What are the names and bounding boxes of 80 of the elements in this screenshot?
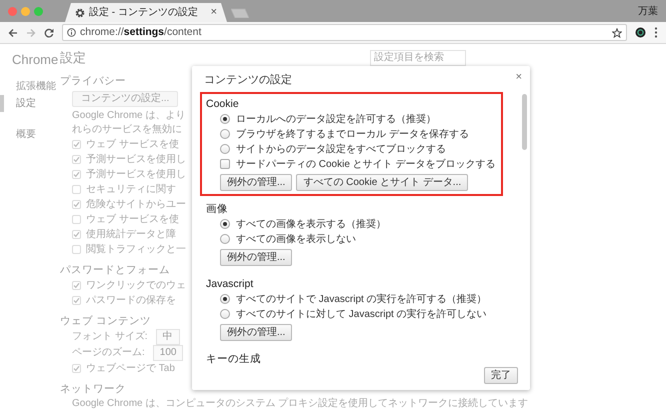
checkbox[interactable]: [72, 184, 81, 194]
checkbox[interactable]: [72, 244, 81, 254]
address-bar[interactable]: chrome://settings/content: [62, 24, 627, 41]
checkbox-label: 閲覧トラフィックと一: [86, 242, 186, 256]
dialog-title: コンテンツの設定: [204, 72, 292, 88]
zoom-window-icon[interactable]: [34, 6, 43, 16]
description-text: れらのサービスを無効に: [71, 122, 182, 136]
url-text: chrome://settings/content: [80, 24, 202, 40]
checkbox[interactable]: [220, 159, 230, 169]
checkbox[interactable]: [72, 200, 81, 208]
option-label: すべてのサイトで Javascript の実行を許可する（推奨）: [236, 292, 487, 306]
browser-tab[interactable]: 設定 - コンテンツの設定 ×: [65, 3, 227, 22]
radio-button[interactable]: [220, 294, 230, 304]
new-tab-icon[interactable]: [231, 8, 249, 18]
checkbox-label: ウェブページで Tab: [86, 362, 175, 376]
option-label: サイトからのデータ設定をすべてブロックする: [236, 142, 446, 156]
option-label: すべてのサイトに対して Javascript の実行を許可しない: [236, 308, 487, 322]
manage-button[interactable]: 例外の管理...: [220, 248, 292, 266]
manage-button[interactable]: 例外の管理...: [220, 324, 292, 340]
profile-name[interactable]: 万葉: [638, 4, 666, 18]
checkbox[interactable]: [72, 280, 81, 290]
back-icon[interactable]: [8, 28, 18, 38]
option-label: すべての画像を表示しない: [236, 232, 356, 246]
group-heading: キーの生成: [206, 352, 262, 366]
radio-button[interactable]: [220, 144, 230, 154]
checkbox-label: 予測サービスを使用し: [86, 152, 186, 166]
menu-icon[interactable]: [654, 27, 658, 38]
checkbox[interactable]: [72, 170, 81, 178]
radio-button[interactable]: [220, 219, 230, 229]
setting-label: ページのズーム:: [72, 346, 145, 360]
sidebar-item[interactable]: 設定: [0, 94, 60, 112]
star-icon[interactable]: [612, 28, 622, 38]
radio-button[interactable]: [220, 129, 230, 139]
close-tab-button[interactable]: ×: [210, 7, 217, 18]
minimize-window-icon[interactable]: [21, 6, 30, 16]
checkbox-label: 危険なサイトからユー: [86, 198, 186, 212]
description-text: Google Chrome は、より: [71, 108, 186, 122]
option-label: すべての画像を表示する（推奨）: [236, 218, 386, 232]
checkbox-label: ワンクリックでのウェ: [86, 278, 186, 292]
checkbox[interactable]: [72, 154, 81, 164]
group-heading: Javascript: [206, 276, 254, 292]
setting-label: フォント サイズ:: [72, 330, 148, 344]
info-icon: [67, 28, 76, 37]
section-heading: ネットワーク: [60, 382, 126, 396]
close-button[interactable]: ×: [516, 72, 522, 83]
checkbox-label: ウェブ サービスを使: [86, 138, 179, 152]
close-window-icon[interactable]: [8, 6, 17, 16]
radio-button[interactable]: [220, 114, 230, 124]
checkbox-label: パスワードの保存を: [86, 294, 176, 308]
section-heading: パスワードとフォーム: [60, 262, 170, 278]
manage-button[interactable]: 例外の管理...: [220, 174, 292, 190]
checkbox-label: 使用統計データと障: [86, 228, 176, 242]
scrollbar-thumb[interactable]: [522, 94, 527, 150]
checkbox[interactable]: [72, 140, 81, 148]
radio-button[interactable]: [220, 234, 230, 244]
option-label: ローカルへのデータ設定を許可する（推奨）: [236, 112, 436, 126]
section-heading: ウェブ コンテンツ: [60, 314, 151, 328]
reload-icon[interactable]: [44, 28, 54, 38]
search-field[interactable]: 設定項目を検索: [370, 50, 466, 66]
radio-button[interactable]: [220, 309, 230, 319]
checkbox-label: ウェブ サービスを使: [86, 212, 179, 226]
checkbox[interactable]: [72, 214, 81, 224]
group-heading: 画像: [206, 202, 229, 216]
checkbox[interactable]: [72, 296, 81, 304]
tab-title: 設定 - コンテンツの設定: [89, 6, 199, 20]
manage-button[interactable]: すべての Cookie とサイト データ...: [296, 174, 468, 190]
checkbox[interactable]: [72, 364, 81, 372]
description-text: Google Chrome は、コンピュータのシステム プロキシ設定を使用してネットワークに接続しています: [71, 396, 528, 410]
page-title: 設定: [60, 49, 86, 67]
sidebar-title: Chrome: [11, 51, 60, 69]
done-button[interactable]: 完了: [484, 367, 518, 384]
checkbox-label: セキュリティに関す: [86, 182, 176, 196]
checkbox-label: 予測サービスを使用し: [86, 168, 186, 182]
option-label: ブラウザを終了するまでローカル データを保存する: [236, 128, 469, 142]
section-heading: プライバシー: [60, 74, 126, 88]
group-heading: Cookie: [206, 96, 240, 112]
checkbox[interactable]: [72, 230, 81, 238]
settings-icon: [75, 8, 85, 18]
option-label: サードパーティの Cookie とサイト データをブロックする: [236, 158, 496, 172]
forward-icon[interactable]: [26, 28, 36, 38]
